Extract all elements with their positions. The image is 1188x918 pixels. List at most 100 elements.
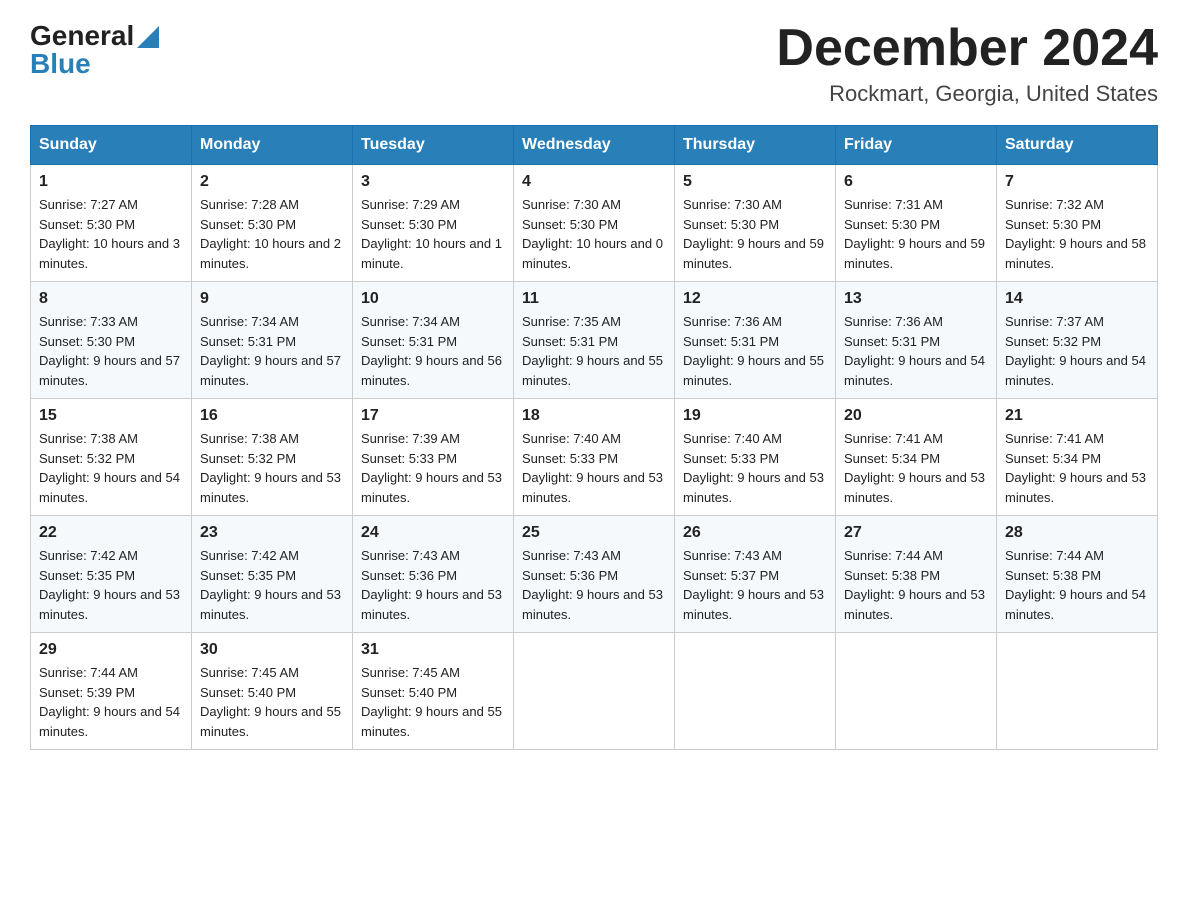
col-header-friday: Friday — [836, 126, 997, 165]
calendar-cell: 3 Sunrise: 7:29 AMSunset: 5:30 PMDaylight… — [353, 165, 514, 282]
calendar-cell: 20 Sunrise: 7:41 AMSunset: 5:34 PMDayligh… — [836, 399, 997, 516]
col-header-saturday: Saturday — [997, 126, 1158, 165]
day-info: Sunrise: 7:30 AMSunset: 5:30 PMDaylight:… — [522, 195, 666, 273]
logo-triangle-icon — [137, 26, 159, 48]
calendar-cell: 22 Sunrise: 7:42 AMSunset: 5:35 PMDayligh… — [31, 516, 192, 633]
day-number: 22 — [39, 524, 183, 542]
day-info: Sunrise: 7:44 AMSunset: 5:39 PMDaylight:… — [39, 663, 183, 741]
day-info: Sunrise: 7:36 AMSunset: 5:31 PMDaylight:… — [683, 312, 827, 390]
day-number: 16 — [200, 407, 344, 425]
calendar-cell: 16Sunrise: 7:38 AMSunset: 5:32 PMDayligh… — [192, 399, 353, 516]
calendar-cell: 2 Sunrise: 7:28 AMSunset: 5:30 PMDaylight… — [192, 165, 353, 282]
day-number: 25 — [522, 524, 666, 542]
calendar-table: SundayMondayTuesdayWednesdayThursdayFrid… — [30, 125, 1158, 750]
day-number: 8 — [39, 290, 183, 308]
calendar-cell: 6 Sunrise: 7:31 AMSunset: 5:30 PMDaylight… — [836, 165, 997, 282]
day-info: Sunrise: 7:28 AMSunset: 5:30 PMDaylight:… — [200, 195, 344, 273]
calendar-cell: 29 Sunrise: 7:44 AMSunset: 5:39 PMDayligh… — [31, 633, 192, 750]
day-number: 30 — [200, 641, 344, 659]
day-number: 15 — [39, 407, 183, 425]
logo-blue-text: Blue — [30, 48, 91, 80]
day-info: Sunrise: 7:41 AMSunset: 5:34 PMDaylight:… — [844, 429, 988, 507]
day-info: Sunrise: 7:27 AMSunset: 5:30 PMDaylight:… — [39, 195, 183, 273]
week-row-3: 15 Sunrise: 7:38 AMSunset: 5:32 PMDayligh… — [31, 399, 1158, 516]
day-number: 5 — [683, 173, 827, 191]
day-info: Sunrise: 7:38 AMSunset: 5:32 PMDaylight:… — [39, 429, 183, 507]
day-number: 18 — [522, 407, 666, 425]
day-number: 17 — [361, 407, 505, 425]
day-info: Sunrise: 7:35 AMSunset: 5:31 PMDaylight:… — [522, 312, 666, 390]
day-number: 27 — [844, 524, 988, 542]
day-info: Sunrise: 7:40 AMSunset: 5:33 PMDaylight:… — [683, 429, 827, 507]
calendar-cell: 13Sunrise: 7:36 AMSunset: 5:31 PMDayligh… — [836, 282, 997, 399]
col-header-sunday: Sunday — [31, 126, 192, 165]
logo: General Blue — [30, 20, 159, 80]
day-number: 10 — [361, 290, 505, 308]
day-info: Sunrise: 7:45 AMSunset: 5:40 PMDaylight:… — [361, 663, 505, 741]
col-header-monday: Monday — [192, 126, 353, 165]
day-number: 6 — [844, 173, 988, 191]
calendar-cell: 27 Sunrise: 7:44 AMSunset: 5:38 PMDayligh… — [836, 516, 997, 633]
day-info: Sunrise: 7:33 AMSunset: 5:30 PMDaylight:… — [39, 312, 183, 390]
calendar-cell: 5 Sunrise: 7:30 AMSunset: 5:30 PMDaylight… — [675, 165, 836, 282]
day-info: Sunrise: 7:37 AMSunset: 5:32 PMDaylight:… — [1005, 312, 1149, 390]
day-info: Sunrise: 7:32 AMSunset: 5:30 PMDaylight:… — [1005, 195, 1149, 273]
calendar-cell: 14Sunrise: 7:37 AMSunset: 5:32 PMDayligh… — [997, 282, 1158, 399]
day-number: 21 — [1005, 407, 1149, 425]
day-number: 20 — [844, 407, 988, 425]
day-info: Sunrise: 7:44 AMSunset: 5:38 PMDaylight:… — [844, 546, 988, 624]
calendar-cell — [836, 633, 997, 750]
day-number: 2 — [200, 173, 344, 191]
day-info: Sunrise: 7:34 AMSunset: 5:31 PMDaylight:… — [200, 312, 344, 390]
col-header-tuesday: Tuesday — [353, 126, 514, 165]
day-info: Sunrise: 7:29 AMSunset: 5:30 PMDaylight:… — [361, 195, 505, 273]
day-number: 31 — [361, 641, 505, 659]
day-info: Sunrise: 7:41 AMSunset: 5:34 PMDaylight:… — [1005, 429, 1149, 507]
calendar-cell: 4 Sunrise: 7:30 AMSunset: 5:30 PMDaylight… — [514, 165, 675, 282]
calendar-cell: 31 Sunrise: 7:45 AMSunset: 5:40 PMDayligh… — [353, 633, 514, 750]
day-number: 19 — [683, 407, 827, 425]
day-number: 4 — [522, 173, 666, 191]
title-area: December 2024 Rockmart, Georgia, United … — [776, 20, 1158, 107]
day-number: 13 — [844, 290, 988, 308]
day-info: Sunrise: 7:43 AMSunset: 5:36 PMDaylight:… — [522, 546, 666, 624]
day-number: 3 — [361, 173, 505, 191]
calendar-cell — [514, 633, 675, 750]
week-row-2: 8 Sunrise: 7:33 AMSunset: 5:30 PMDaylight… — [31, 282, 1158, 399]
day-info: Sunrise: 7:43 AMSunset: 5:36 PMDaylight:… — [361, 546, 505, 624]
calendar-cell: 24Sunrise: 7:43 AMSunset: 5:36 PMDayligh… — [353, 516, 514, 633]
calendar-cell: 28 Sunrise: 7:44 AMSunset: 5:38 PMDayligh… — [997, 516, 1158, 633]
day-number: 9 — [200, 290, 344, 308]
calendar-cell: 10 Sunrise: 7:34 AMSunset: 5:31 PMDayligh… — [353, 282, 514, 399]
day-number: 28 — [1005, 524, 1149, 542]
week-row-5: 29 Sunrise: 7:44 AMSunset: 5:39 PMDayligh… — [31, 633, 1158, 750]
calendar-cell: 25 Sunrise: 7:43 AMSunset: 5:36 PMDayligh… — [514, 516, 675, 633]
week-row-4: 22 Sunrise: 7:42 AMSunset: 5:35 PMDayligh… — [31, 516, 1158, 633]
month-title: December 2024 — [776, 20, 1158, 77]
day-number: 12 — [683, 290, 827, 308]
day-number: 7 — [1005, 173, 1149, 191]
day-number: 23 — [200, 524, 344, 542]
day-info: Sunrise: 7:34 AMSunset: 5:31 PMDaylight:… — [361, 312, 505, 390]
calendar-header-row: SundayMondayTuesdayWednesdayThursdayFrid… — [31, 126, 1158, 165]
calendar-cell: 23 Sunrise: 7:42 AMSunset: 5:35 PMDayligh… — [192, 516, 353, 633]
calendar-cell: 11Sunrise: 7:35 AMSunset: 5:31 PMDayligh… — [514, 282, 675, 399]
day-info: Sunrise: 7:43 AMSunset: 5:37 PMDaylight:… — [683, 546, 827, 624]
header: General Blue December 2024 Rockmart, Geo… — [30, 20, 1158, 107]
location-title: Rockmart, Georgia, United States — [776, 81, 1158, 107]
day-info: Sunrise: 7:30 AMSunset: 5:30 PMDaylight:… — [683, 195, 827, 273]
day-number: 29 — [39, 641, 183, 659]
day-info: Sunrise: 7:42 AMSunset: 5:35 PMDaylight:… — [39, 546, 183, 624]
calendar-cell: 7 Sunrise: 7:32 AMSunset: 5:30 PMDaylight… — [997, 165, 1158, 282]
day-info: Sunrise: 7:40 AMSunset: 5:33 PMDaylight:… — [522, 429, 666, 507]
day-info: Sunrise: 7:42 AMSunset: 5:35 PMDaylight:… — [200, 546, 344, 624]
day-info: Sunrise: 7:44 AMSunset: 5:38 PMDaylight:… — [1005, 546, 1149, 624]
col-header-thursday: Thursday — [675, 126, 836, 165]
calendar-cell: 19 Sunrise: 7:40 AMSunset: 5:33 PMDayligh… — [675, 399, 836, 516]
calendar-cell — [675, 633, 836, 750]
day-info: Sunrise: 7:31 AMSunset: 5:30 PMDaylight:… — [844, 195, 988, 273]
calendar-cell: 26 Sunrise: 7:43 AMSunset: 5:37 PMDayligh… — [675, 516, 836, 633]
calendar-cell: 17Sunrise: 7:39 AMSunset: 5:33 PMDayligh… — [353, 399, 514, 516]
day-info: Sunrise: 7:45 AMSunset: 5:40 PMDaylight:… — [200, 663, 344, 741]
day-number: 26 — [683, 524, 827, 542]
